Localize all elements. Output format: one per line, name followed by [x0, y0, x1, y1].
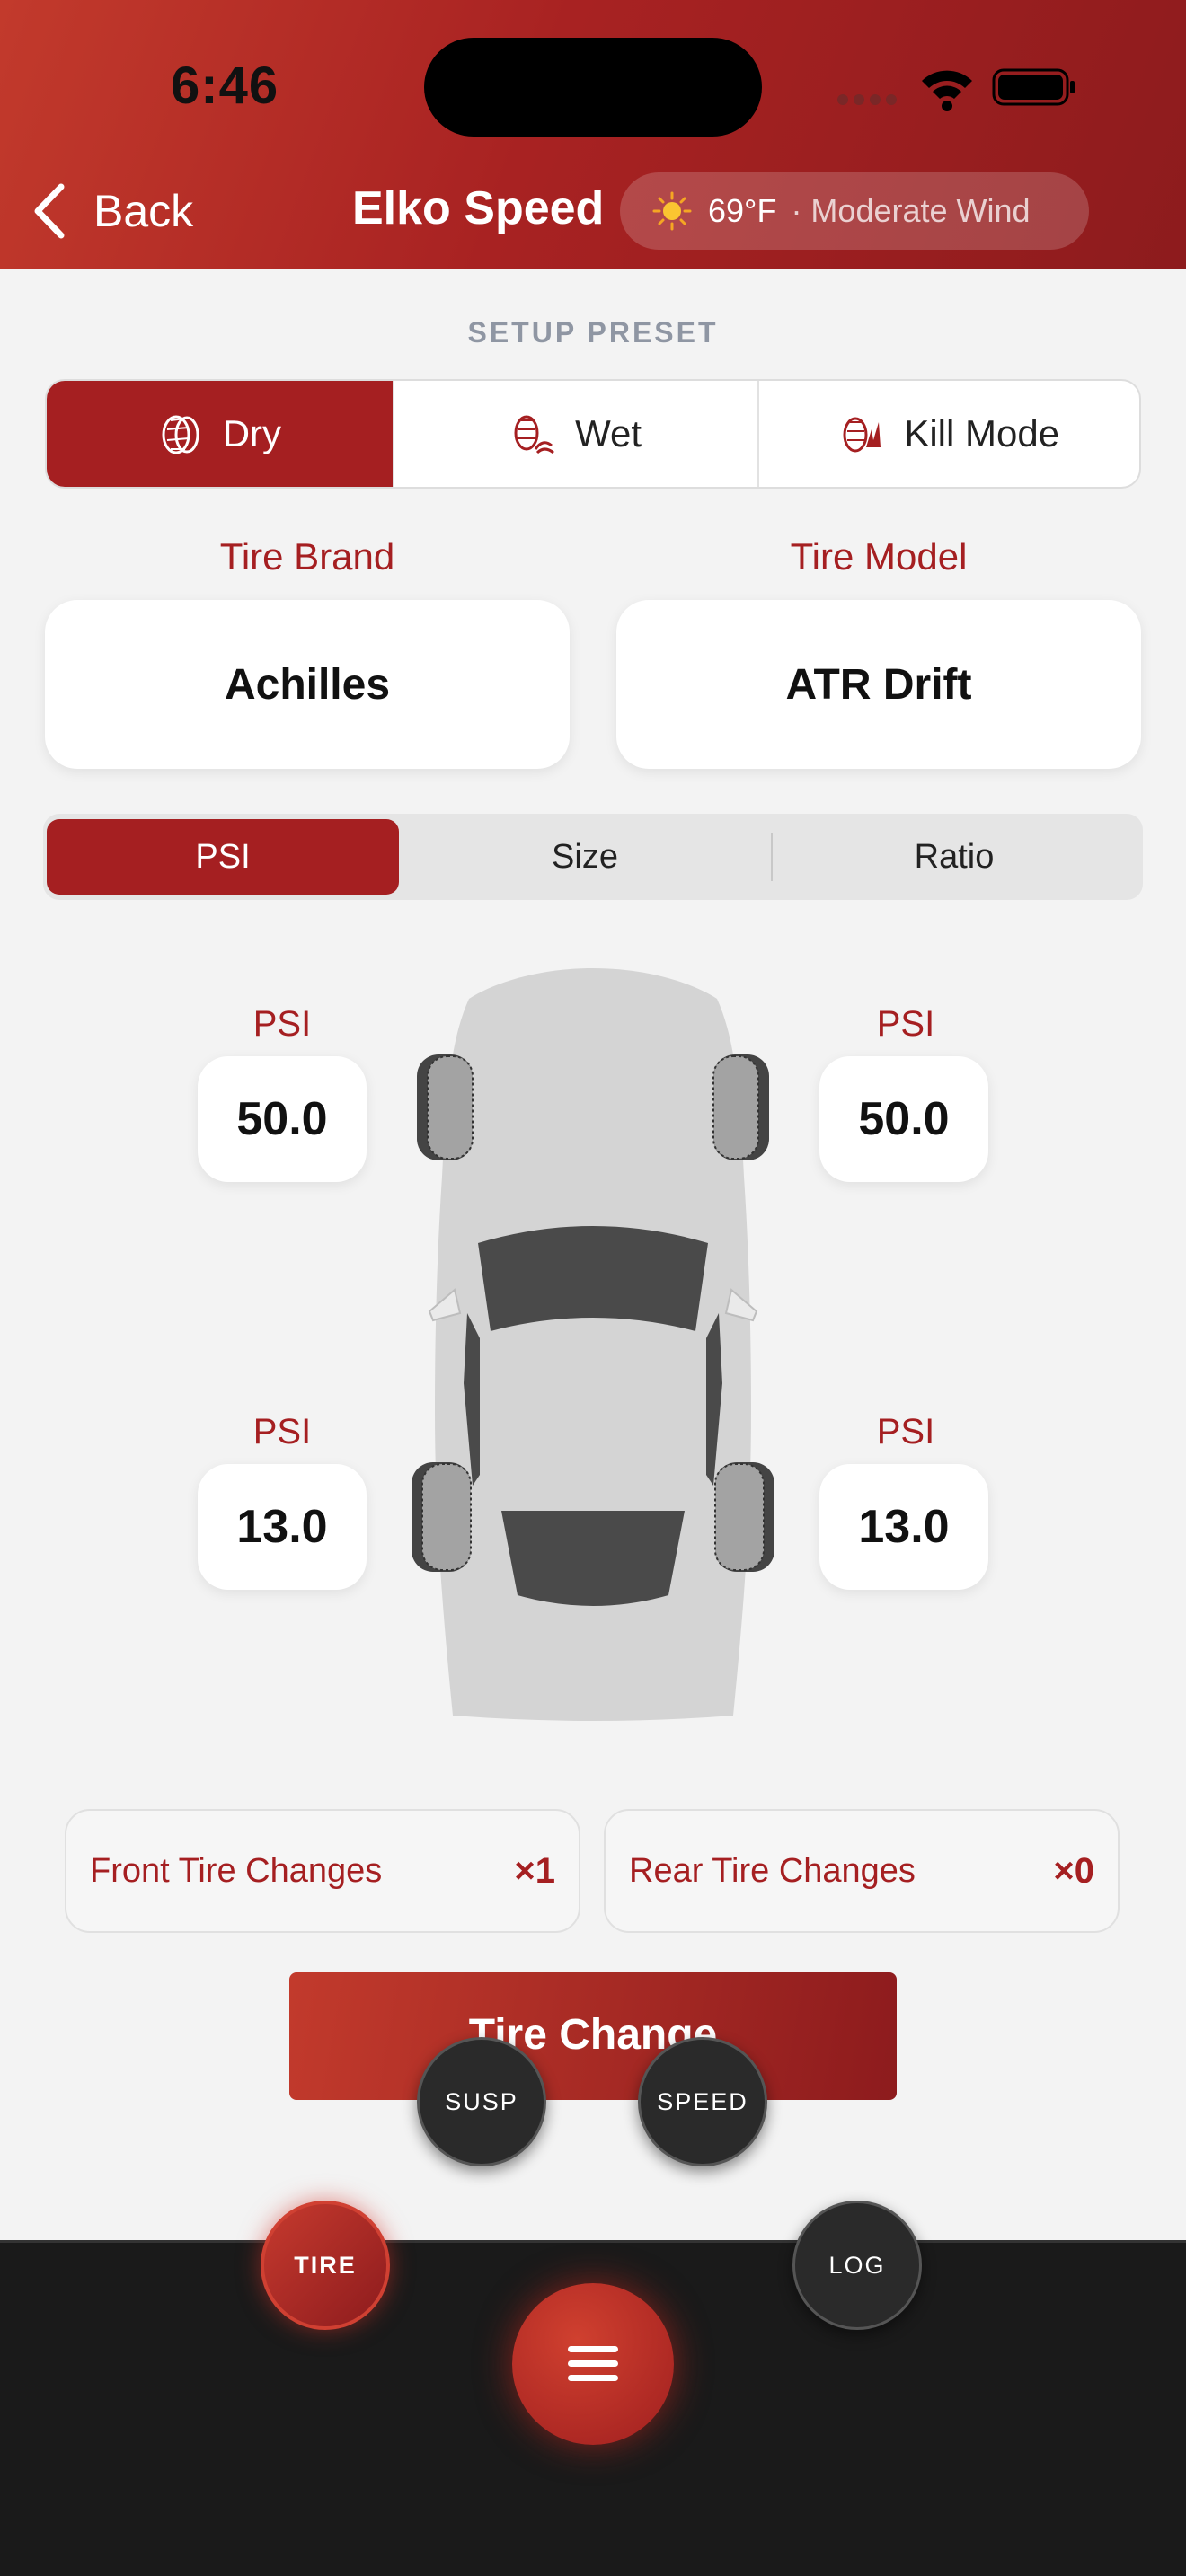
back-button[interactable]: Back: [32, 180, 193, 243]
tire-brand-label: Tire Brand: [219, 535, 395, 578]
rear-left-psi-input[interactable]: 13.0: [198, 1464, 367, 1590]
susp-button[interactable]: SUSP: [417, 2037, 546, 2166]
preset-dry-label: Dry: [222, 412, 282, 454]
chevron-left-icon: [34, 183, 65, 239]
hamburger-menu-icon: [568, 2346, 618, 2381]
rear-left-psi-label: PSI: [252, 1412, 312, 1451]
rear-tire-changes-count: ×0: [1053, 1850, 1094, 1891]
front-left-psi-input[interactable]: 50.0: [198, 1056, 367, 1182]
speed-button[interactable]: SPEED: [638, 2037, 767, 2166]
dynamic-island: [424, 38, 762, 137]
front-right-psi-input[interactable]: 50.0: [819, 1056, 988, 1182]
front-tire-changes-card: Front Tire Changes ×1: [65, 1809, 580, 1933]
sun-icon: [652, 191, 692, 231]
wifi-icon: [922, 70, 972, 111]
front-left-wheel: [417, 1054, 474, 1160]
setup-preset-label: SETUP PRESET: [467, 316, 719, 348]
tire-change-button[interactable]: Tire Change: [289, 1972, 897, 2100]
unit-tabs: PSI Size Ratio: [43, 814, 1143, 900]
rear-tire-changes-label: Rear Tire Changes: [629, 1851, 916, 1890]
weather-condition: · Moderate Wind: [791, 192, 1031, 229]
weather-pill: 69°F · Moderate Wind: [620, 172, 1089, 250]
rear-right-psi-input[interactable]: 13.0: [819, 1464, 988, 1590]
front-right-wheel: [712, 1054, 769, 1160]
preset-wet-label: Wet: [575, 412, 642, 454]
rear-right-psi-label: PSI: [876, 1412, 935, 1451]
wet-tire-icon: [514, 415, 555, 454]
page-title: Elko Speed: [352, 182, 605, 234]
tire-icon: [162, 415, 199, 454]
tab-size[interactable]: Size: [399, 819, 771, 895]
tire-nav-button[interactable]: TIRE: [261, 2201, 390, 2330]
back-label: Back: [93, 186, 194, 236]
preset-kill-mode[interactable]: Kill Mode: [759, 381, 1139, 487]
menu-button[interactable]: [512, 2283, 674, 2445]
preset-dry[interactable]: Dry: [47, 381, 393, 487]
car-body: [435, 968, 751, 1721]
rear-window: [501, 1511, 685, 1606]
tab-ratio[interactable]: Ratio: [773, 819, 1136, 895]
kill-mode-tire-icon: [843, 417, 881, 453]
front-tire-changes-label: Front Tire Changes: [90, 1851, 383, 1890]
car-top-view-diagram: [412, 968, 774, 1721]
weather-temperature: 69°F: [708, 192, 777, 229]
front-right-psi-label: PSI: [876, 1004, 935, 1044]
setup-preset-control: Dry Wet Kill Mode: [45, 379, 1141, 489]
tire-model-field[interactable]: ATR Drift: [616, 600, 1141, 769]
tire-model-label: Tire Model: [790, 535, 968, 578]
front-tire-changes-count: ×1: [514, 1850, 555, 1891]
rear-tire-changes-card: Rear Tire Changes ×0: [604, 1809, 1120, 1933]
battery-icon: [992, 68, 1075, 106]
preset-kill-mode-label: Kill Mode: [904, 412, 1060, 454]
tire-brand-field[interactable]: Achilles: [45, 600, 570, 769]
log-button[interactable]: LOG: [792, 2201, 922, 2330]
cellular-signal-icon: [837, 93, 902, 110]
rear-left-wheel: [412, 1462, 472, 1572]
header: 6:46 Back Elko Speed 69°F · Moderate Win…: [0, 0, 1186, 269]
windshield: [478, 1226, 708, 1331]
rear-right-wheel: [714, 1462, 774, 1572]
front-left-psi-label: PSI: [252, 1004, 312, 1044]
status-time: 6:46: [171, 57, 279, 115]
tab-psi[interactable]: PSI: [47, 819, 399, 895]
preset-wet[interactable]: Wet: [394, 381, 758, 487]
